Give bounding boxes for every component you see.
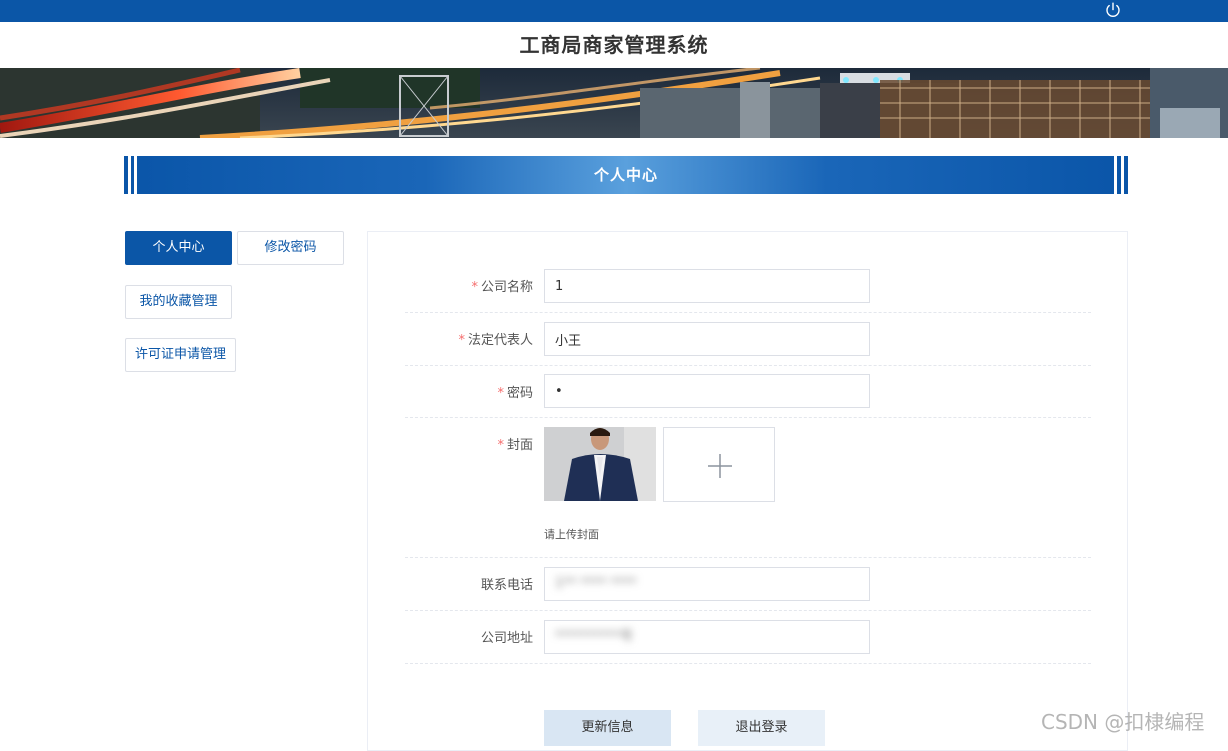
required-mark: *: [471, 280, 478, 295]
logout-button[interactable]: 退出登录: [698, 710, 825, 746]
update-info-button[interactable]: 更新信息: [544, 710, 671, 746]
person-photo: [544, 427, 656, 501]
phone-input[interactable]: 1** **** ****: [544, 567, 870, 601]
plus-icon: [708, 454, 732, 478]
company-name-label: * 公司名称: [471, 280, 533, 295]
required-mark: *: [458, 333, 465, 348]
row-divider: [405, 312, 1091, 313]
sidebar-item-license-applications[interactable]: 许可证申请管理: [125, 338, 236, 372]
section-title: 个人中心: [593, 166, 658, 184]
password-input[interactable]: [544, 374, 870, 408]
cover-thumbnail[interactable]: [544, 427, 656, 501]
password-label: * 密码: [497, 386, 533, 401]
sidebar-item-favorites[interactable]: 我的收藏管理: [125, 285, 232, 319]
row-divider: [405, 557, 1091, 558]
company-name-input[interactable]: [544, 269, 870, 303]
row-divider: [405, 663, 1091, 664]
sidebar-item-change-password[interactable]: 修改密码: [237, 231, 344, 265]
cover-upload-button[interactable]: [663, 427, 775, 502]
row-divider: [405, 365, 1091, 366]
address-input[interactable]: **********号: [544, 620, 870, 654]
header-banner: [0, 68, 1228, 138]
cover-upload-hint: 请上传封面: [544, 528, 599, 541]
phone-label: 联系电话: [480, 578, 533, 593]
required-mark: *: [497, 386, 504, 401]
section-header-bar: 个人中心: [124, 156, 1128, 194]
required-mark: *: [497, 438, 504, 453]
row-divider: [405, 417, 1091, 418]
watermark: CSDN @扣棣编程: [1041, 710, 1205, 734]
banner-image: [0, 68, 1228, 138]
power-icon[interactable]: [1104, 1, 1122, 19]
legal-rep-label: * 法定代表人: [458, 333, 533, 348]
sidebar-item-profile[interactable]: 个人中心: [125, 231, 232, 265]
legal-rep-input[interactable]: [544, 322, 870, 356]
address-label: 公司地址: [480, 631, 533, 646]
row-divider: [405, 610, 1091, 611]
site-title: 工商局商家管理系统: [519, 33, 709, 57]
top-bar: [0, 0, 1228, 22]
cover-label: * 封面: [497, 438, 533, 453]
